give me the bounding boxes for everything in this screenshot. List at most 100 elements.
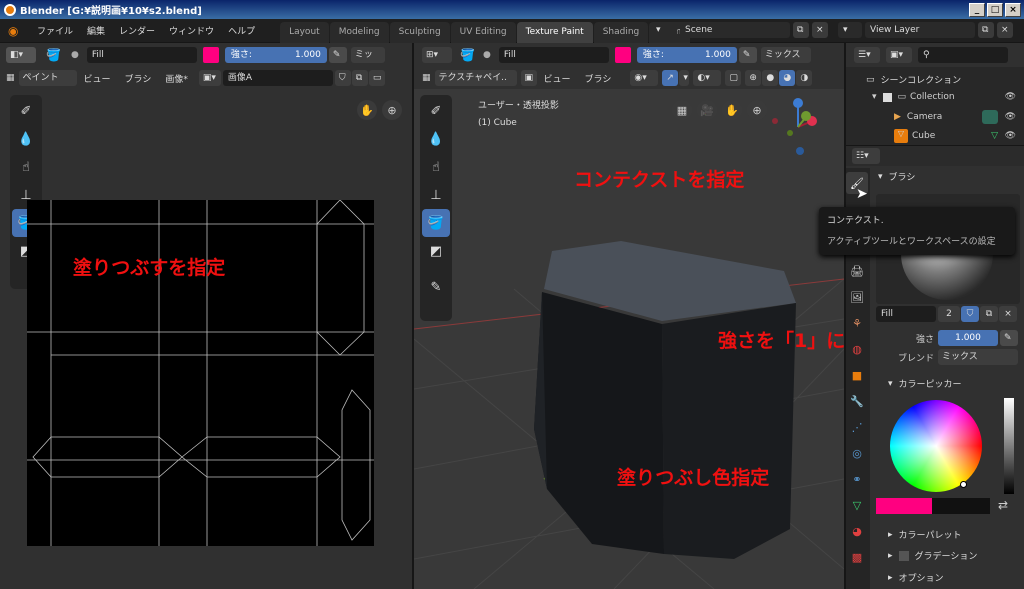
mode-dropdown[interactable]: テクスチャペイ.. xyxy=(434,70,517,86)
gizmo-dropdown-icon[interactable]: ▾ xyxy=(679,70,690,86)
mask-toggle-icon[interactable]: ▣ xyxy=(520,70,537,86)
duplicate-brush-icon[interactable]: ⧉ xyxy=(980,306,998,322)
outliner-item-cube[interactable]: ▽ Cube ▽ 👁 xyxy=(894,129,1022,143)
xray-icon[interactable]: ▢ xyxy=(725,70,742,86)
mode-dropdown[interactable]: ペイント xyxy=(18,70,77,86)
unlink-brush-icon[interactable]: × xyxy=(999,306,1017,322)
constraints-icon[interactable]: ⚭ xyxy=(846,468,868,490)
color-picker-header[interactable]: ▾ カラーピッカー xyxy=(888,377,962,391)
current-color-swatch[interactable] xyxy=(876,498,990,514)
tab-uv-editing[interactable]: UV Editing xyxy=(450,22,516,43)
menu-brush[interactable]: ブラシ xyxy=(118,72,159,85)
image-browse-button[interactable]: ▣▾ xyxy=(198,70,221,86)
eye-icon[interactable]: 👁 xyxy=(1005,131,1016,141)
view-layer-icon[interactable]: 🖼 xyxy=(846,286,868,308)
close-button[interactable]: × xyxy=(1005,2,1021,17)
strength-slider[interactable]: 強さ: 1.000 xyxy=(636,47,737,63)
smear-icon[interactable]: ☝ xyxy=(12,153,40,181)
swap-colors-icon[interactable]: ⇄ xyxy=(998,498,1008,512)
color-palette-header[interactable]: ▸ カラーパレット xyxy=(888,528,961,542)
tab-layout[interactable]: Layout xyxy=(280,22,329,43)
outliner-item-camera[interactable]: ▶ Camera 👁 xyxy=(894,110,1022,124)
strength-slider[interactable]: 1.000 xyxy=(938,330,998,346)
color-wheel[interactable] xyxy=(890,400,982,492)
material-shading-icon[interactable]: ◕ xyxy=(779,70,796,86)
tab-texture-paint[interactable]: Texture Paint xyxy=(516,22,593,43)
hand-icon[interactable]: ✋ xyxy=(357,100,377,120)
wrench-icon[interactable]: 🔧 xyxy=(846,390,868,412)
material-icon[interactable]: ◕ xyxy=(846,520,868,542)
scene-selector[interactable]: Scene xyxy=(680,22,790,38)
display-mode-icon[interactable]: ▣▾ xyxy=(886,47,912,63)
editor-type-button[interactable]: ◧▾ xyxy=(6,47,36,63)
view-layer-selector[interactable]: View Layer xyxy=(865,22,975,38)
new-view-layer-button[interactable]: ⧉ xyxy=(978,22,994,38)
tab-shading[interactable]: Shading xyxy=(593,22,649,43)
brush-panel-header[interactable]: ▾ ブラシ xyxy=(878,170,915,184)
camera-icon[interactable]: 🎥 xyxy=(697,100,717,120)
remove-scene-button[interactable]: × xyxy=(812,22,828,38)
overlays-icon[interactable]: ◐▾ xyxy=(693,70,722,86)
eye-icon[interactable]: 👁 xyxy=(1005,92,1016,102)
menu-render[interactable]: レンダー xyxy=(112,24,162,37)
mesh-data-icon[interactable]: ▽ xyxy=(991,131,998,141)
solid-shading-icon[interactable]: ● xyxy=(762,70,779,86)
menu-window[interactable]: ウィンドウ xyxy=(162,24,221,37)
gizmo-icon[interactable]: ↗ xyxy=(662,70,679,86)
gradient-header[interactable]: ▸ グラデーション xyxy=(888,549,977,562)
fake-user-shield-icon[interactable]: ⛉ xyxy=(961,306,979,322)
value-slider[interactable] xyxy=(1004,398,1014,494)
soften-icon[interactable]: 💧 xyxy=(12,125,40,153)
blend-dropdown[interactable]: ミックス xyxy=(350,47,385,63)
view-object-types-icon[interactable]: ◉▾ xyxy=(630,70,659,86)
menu-view[interactable]: ビュー xyxy=(77,72,118,85)
open-image-button[interactable]: ▭ xyxy=(368,70,385,86)
tab-sculpting[interactable]: Sculpting xyxy=(389,22,450,43)
view-layer-icon[interactable]: ▾ xyxy=(838,22,862,38)
fake-user-shield-icon[interactable]: ⛉ xyxy=(334,70,351,86)
brush-name-field[interactable]: Fill xyxy=(876,306,936,322)
new-image-button[interactable]: ⧉ xyxy=(351,70,368,86)
annotate-icon[interactable]: ✎ xyxy=(422,273,450,301)
camera-data-icon[interactable] xyxy=(982,110,998,124)
eye-icon[interactable]: 👁 xyxy=(1005,112,1016,122)
soften-icon[interactable]: 💧 xyxy=(422,125,450,153)
options-header[interactable]: ▸ オプション xyxy=(888,571,944,585)
image-name-field[interactable]: 画像A xyxy=(222,70,333,86)
checkbox-icon[interactable] xyxy=(882,92,892,102)
menu-image[interactable]: 画像* xyxy=(158,72,195,85)
color-wheel-cursor[interactable] xyxy=(960,481,967,488)
pressure-icon[interactable]: ✎ xyxy=(328,47,347,63)
clone-icon[interactable]: ⊥ xyxy=(422,181,450,209)
scene-icon[interactable]: ⚘ xyxy=(846,312,868,334)
world-icon[interactable]: ◍ xyxy=(846,338,868,360)
zoom-icon[interactable]: ⊕ xyxy=(747,100,767,120)
navigation-gizmo[interactable] xyxy=(766,95,826,161)
tab-modeling[interactable]: Modeling xyxy=(329,22,389,43)
brush-draw-icon[interactable]: ✐ xyxy=(422,97,450,125)
menu-brush[interactable]: ブラシ xyxy=(578,72,619,85)
zoom-icon[interactable]: ⊕ xyxy=(382,100,402,120)
outliner-item-collection[interactable]: ▾ ▭ Collection 👁 xyxy=(872,92,1022,102)
texture-icon[interactable]: ▩ xyxy=(846,546,868,568)
outliner-editor-type[interactable]: ☰▾ xyxy=(854,47,880,63)
viewport-editor-type[interactable]: ⊞▾ xyxy=(422,47,452,63)
maximize-button[interactable]: □ xyxy=(987,2,1003,17)
brush-draw-icon[interactable]: ✐ xyxy=(12,97,40,125)
blend-dropdown[interactable]: ミックス xyxy=(760,47,811,63)
pressure-icon[interactable]: ✎ xyxy=(1000,330,1018,346)
hand-icon[interactable]: ✋ xyxy=(722,100,742,120)
fill-icon[interactable]: 🪣 xyxy=(422,209,450,237)
paint-color-swatch[interactable] xyxy=(202,47,219,63)
remove-view-layer-button[interactable]: × xyxy=(997,22,1013,38)
strength-slider[interactable]: 強さ: 1.000 xyxy=(224,47,327,63)
properties-editor-type[interactable]: ☷▾ xyxy=(852,148,880,164)
scene-icon[interactable]: ▾ xyxy=(651,22,677,38)
paint-color-swatch[interactable] xyxy=(614,47,631,63)
physics-icon[interactable]: ◎ xyxy=(846,442,868,464)
blend-dropdown[interactable]: ミックス xyxy=(938,349,1018,365)
menu-view[interactable]: ビュー xyxy=(537,72,578,85)
mesh-data-icon[interactable]: ▽ xyxy=(846,494,868,516)
pressure-icon[interactable]: ✎ xyxy=(738,47,757,63)
menu-help[interactable]: ヘルプ xyxy=(221,24,262,37)
